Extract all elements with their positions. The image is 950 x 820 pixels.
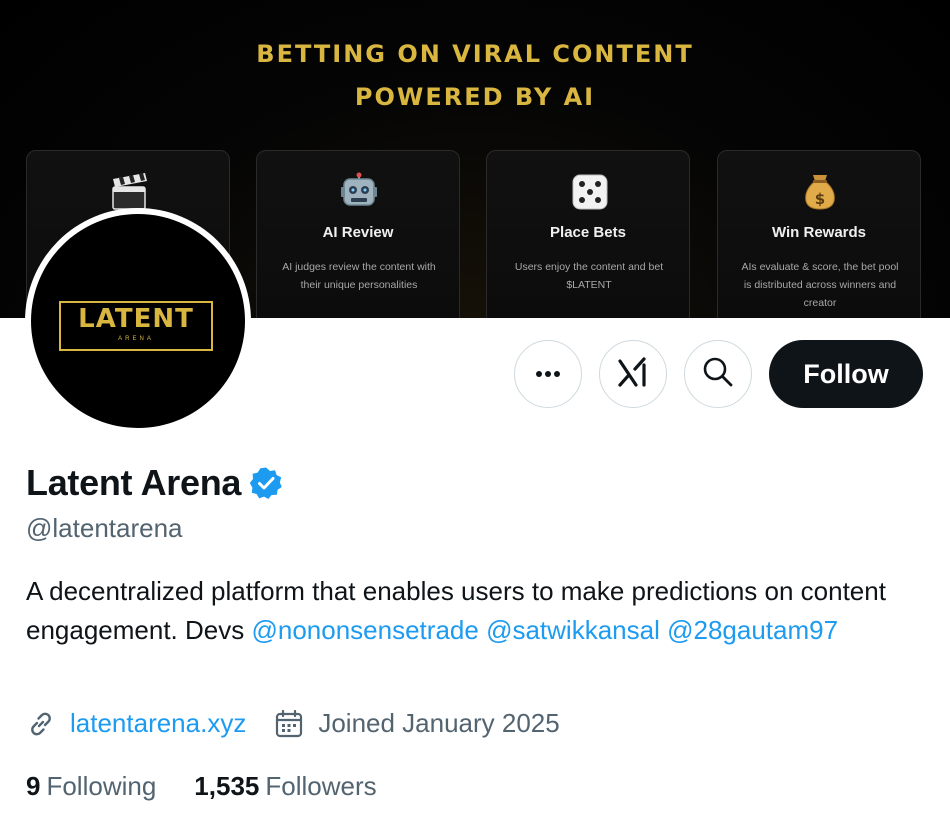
banner-card-title: Win Rewards bbox=[771, 224, 867, 241]
banner-title-line1: BETTING ON VIRAL CONTENT bbox=[256, 40, 694, 68]
robot-icon bbox=[257, 171, 459, 211]
dice-icon bbox=[487, 171, 689, 211]
banner-card-ai-review: AI Review AI judges review the content w… bbox=[256, 150, 460, 318]
website-link[interactable]: latentarena.xyz bbox=[70, 708, 246, 739]
banner-card-title: AI Review bbox=[322, 224, 394, 241]
followers-count: 1,535 bbox=[194, 771, 260, 801]
profile-handle: @latentarena bbox=[26, 513, 183, 543]
banner-title-line2: POWERED BY AI bbox=[354, 83, 596, 111]
banner-card-desc: Users enjoy the content and bet $LATENT bbox=[514, 261, 664, 291]
website-item: latentarena.xyz bbox=[26, 708, 246, 739]
joined-item: Joined January 2025 bbox=[274, 708, 560, 739]
svg-text:$: $ bbox=[815, 190, 825, 208]
clapperboard-icon bbox=[27, 171, 229, 211]
bio-mention-link[interactable]: @nononsensetrade bbox=[251, 615, 478, 645]
profile-meta-row: latentarena.xyz Joined January 2025 bbox=[26, 708, 560, 739]
followers-stat[interactable]: 1,535 Followers bbox=[194, 771, 376, 802]
search-button[interactable] bbox=[684, 340, 752, 408]
link-icon bbox=[26, 709, 56, 739]
follow-button[interactable]: Follow bbox=[769, 340, 923, 408]
more-icon bbox=[535, 365, 561, 383]
banner-card-desc: AI judges review the content with their … bbox=[282, 261, 436, 291]
bio-mention-link[interactable]: @satwikkansal bbox=[486, 615, 660, 645]
profile-bio: A decentralized platform that enables us… bbox=[26, 572, 936, 650]
profile-name-row: Latent Arena bbox=[26, 462, 283, 504]
banner-card-desc: AIs evaluate & score, the bet pool is di… bbox=[741, 261, 899, 309]
logo-wordmark: LATENT bbox=[78, 304, 194, 334]
profile-stats: 9 Following 1,535 Followers bbox=[26, 771, 377, 802]
bio-mention-link[interactable]: @28gautam97 bbox=[667, 615, 838, 645]
search-icon bbox=[702, 356, 734, 393]
grok-icon bbox=[616, 355, 650, 394]
avatar-image: LATENT ARENA bbox=[31, 214, 245, 428]
followers-label: Followers bbox=[265, 771, 377, 801]
following-stat[interactable]: 9 Following bbox=[26, 771, 156, 802]
display-name: Latent Arena bbox=[26, 462, 242, 503]
grok-button[interactable] bbox=[599, 340, 667, 408]
logo-subtitle: ARENA bbox=[118, 336, 154, 342]
calendar-icon bbox=[274, 709, 304, 739]
joined-date: Joined January 2025 bbox=[318, 708, 560, 738]
following-count: 9 bbox=[26, 771, 41, 801]
banner-card-title: Place Bets bbox=[550, 224, 626, 241]
verified-badge-icon[interactable] bbox=[249, 466, 283, 500]
avatar[interactable]: LATENT ARENA bbox=[25, 208, 251, 434]
latent-arena-logo: LATENT ARENA bbox=[59, 301, 213, 351]
more-button[interactable] bbox=[514, 340, 582, 408]
money-bag-icon: $ bbox=[718, 171, 920, 211]
banner-card-place-bets: Place Bets Users enjoy the content and b… bbox=[486, 150, 690, 318]
banner-card-win-rewards: $ Win Rewards AIs evaluate & score, the … bbox=[717, 150, 921, 318]
following-label: Following bbox=[46, 771, 157, 801]
